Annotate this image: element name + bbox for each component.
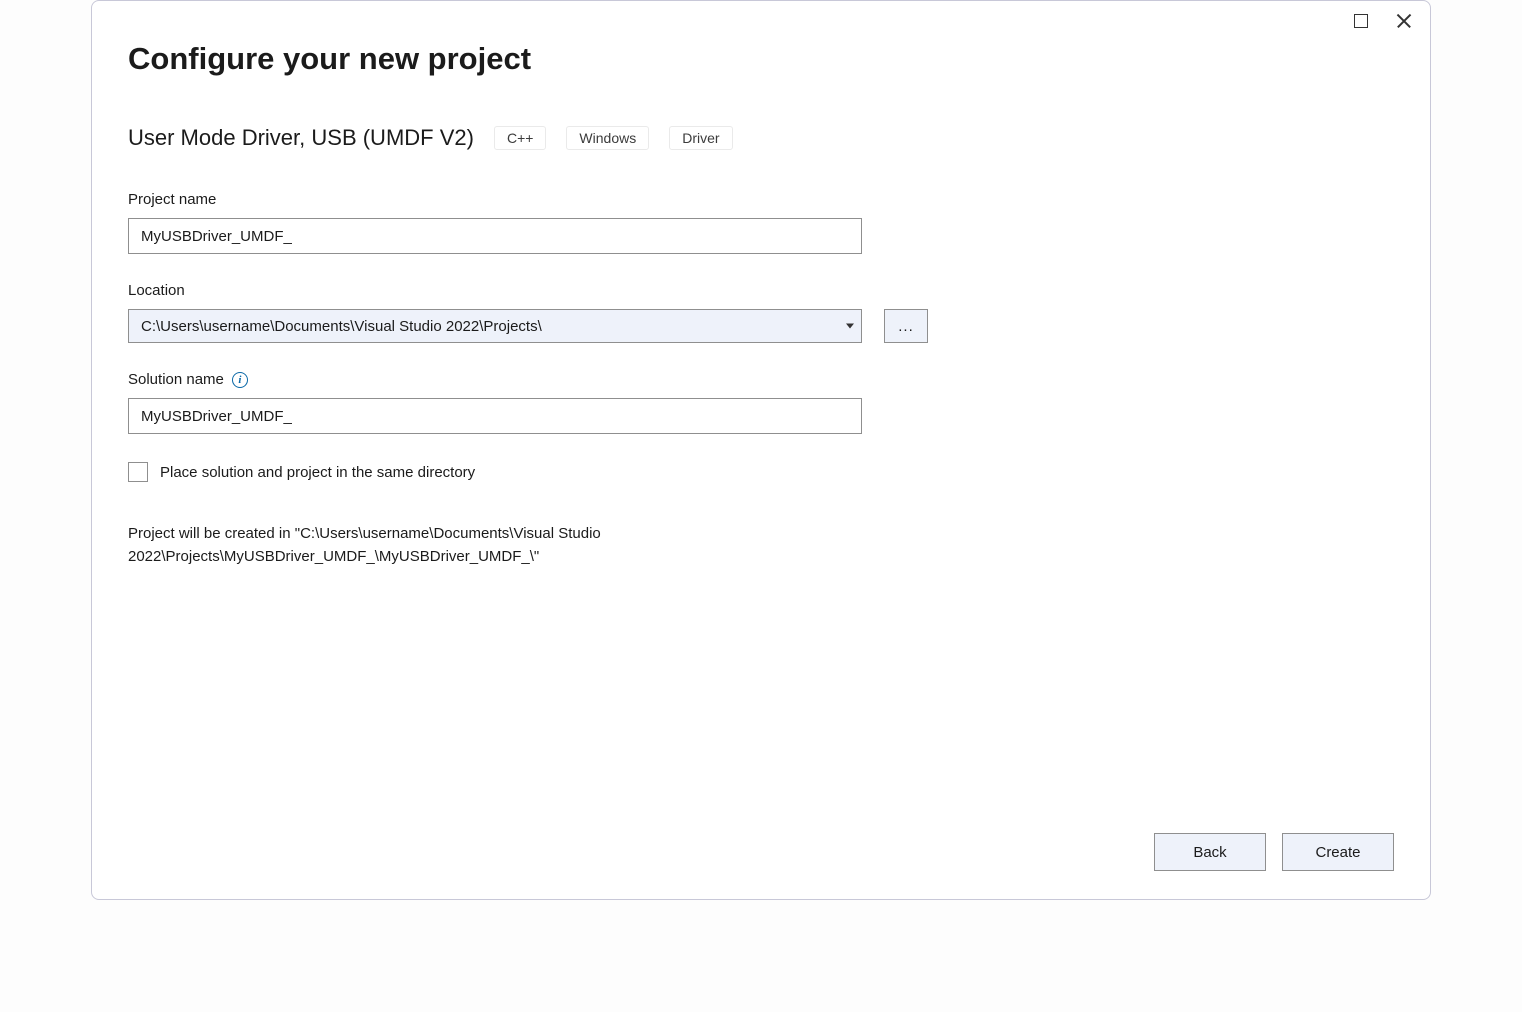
window-controls <box>1354 13 1412 29</box>
project-name-label: Project name <box>128 191 1394 208</box>
back-button[interactable]: Back <box>1154 833 1266 871</box>
location-label: Location <box>128 282 1394 299</box>
template-tag: Driver <box>669 126 732 150</box>
dialog-content: Configure your new project User Mode Dri… <box>92 1 1430 569</box>
location-field: Location ... <box>128 282 1394 343</box>
location-input[interactable] <box>128 309 862 343</box>
template-tag: C++ <box>494 126 546 150</box>
maximize-icon[interactable] <box>1354 14 1368 28</box>
solution-name-input[interactable] <box>128 398 862 434</box>
location-combo[interactable] <box>128 309 862 343</box>
same-directory-label: Place solution and project in the same d… <box>160 464 475 481</box>
solution-name-label-text: Solution name <box>128 371 224 388</box>
template-tag: Windows <box>566 126 649 150</box>
solution-name-label: Solution name i <box>128 371 1394 388</box>
footer-buttons: Back Create <box>1154 833 1394 871</box>
same-directory-checkbox-row[interactable]: Place solution and project in the same d… <box>128 462 1394 482</box>
solution-name-field: Solution name i <box>128 371 1394 434</box>
browse-button[interactable]: ... <box>884 309 928 343</box>
close-icon[interactable] <box>1396 13 1412 29</box>
create-button[interactable]: Create <box>1282 833 1394 871</box>
template-name: User Mode Driver, USB (UMDF V2) <box>128 125 474 151</box>
creation-path-message: Project will be created in "C:\Users\use… <box>128 522 868 569</box>
project-name-field: Project name <box>128 191 1394 254</box>
same-directory-checkbox[interactable] <box>128 462 148 482</box>
configure-project-dialog: Configure your new project User Mode Dri… <box>91 0 1431 900</box>
location-row: ... <box>128 309 1394 343</box>
project-name-input[interactable] <box>128 218 862 254</box>
template-header-row: User Mode Driver, USB (UMDF V2) C++ Wind… <box>128 125 1394 151</box>
info-icon[interactable]: i <box>232 372 248 388</box>
page-title: Configure your new project <box>128 41 1394 77</box>
